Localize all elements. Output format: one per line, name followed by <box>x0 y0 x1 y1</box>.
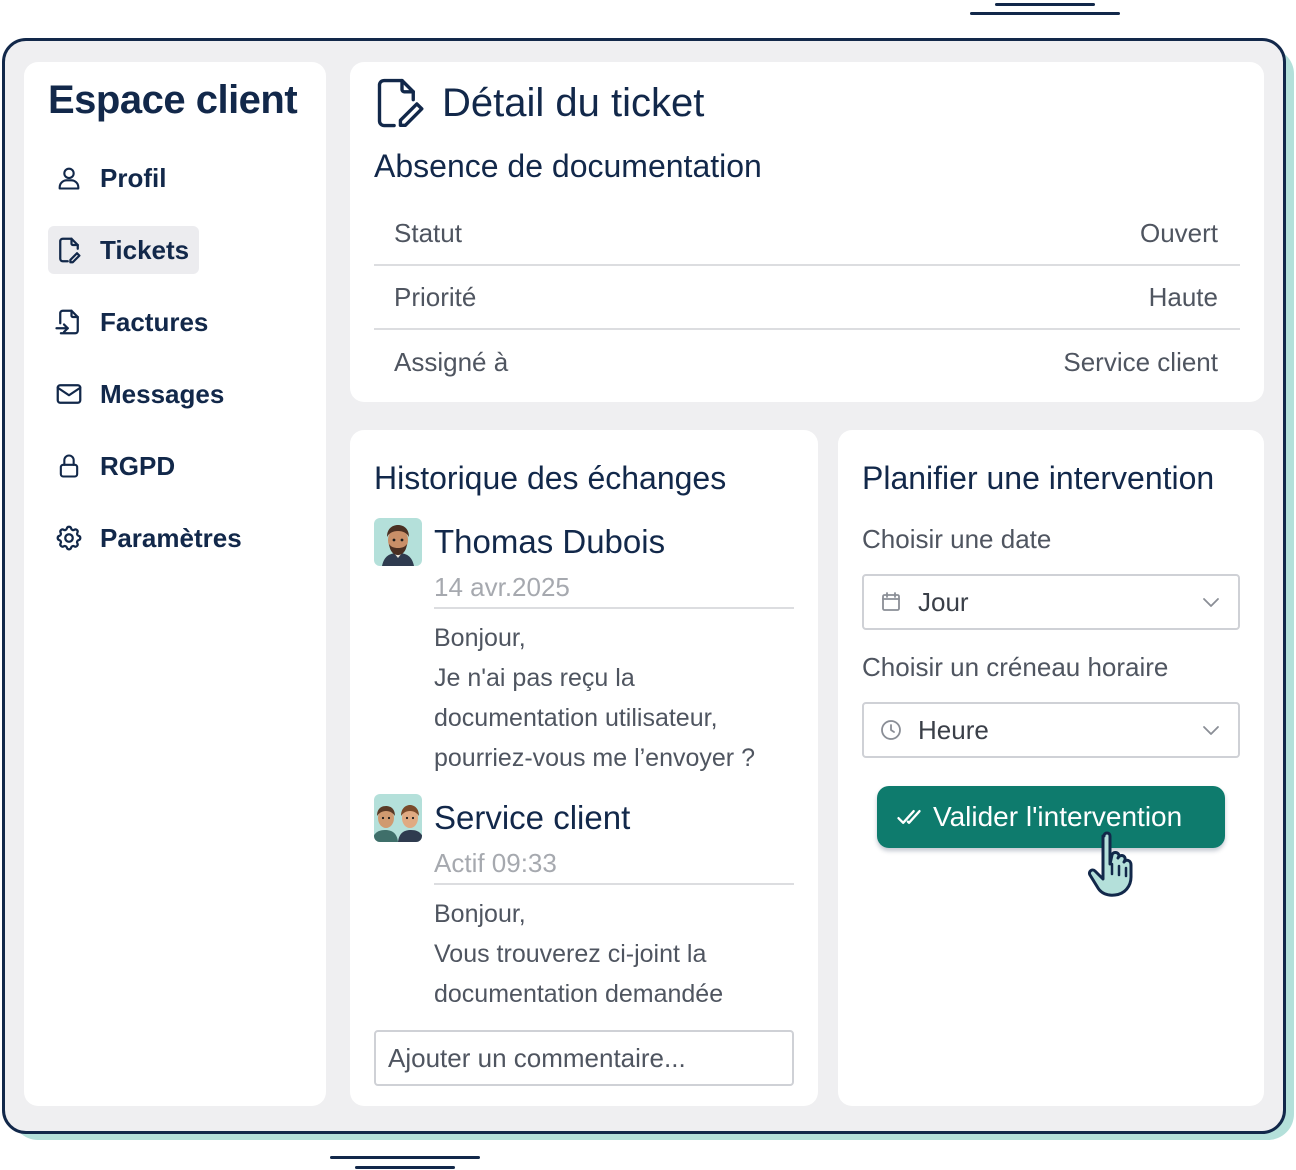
decor-line <box>330 1156 480 1159</box>
detail-label: Statut <box>394 217 462 248</box>
detail-row-assignee: Assigné à Service client <box>374 330 1240 394</box>
sidebar-item-label: Messages <box>100 378 225 409</box>
sidebar: Espace client Profil Tickets Factures Me… <box>24 62 326 1106</box>
app-title: Espace client <box>48 78 298 122</box>
time-select-value: Heure <box>918 714 989 745</box>
planning-card: Planifier une intervention Choisir une d… <box>838 430 1264 1106</box>
message-header: Service client <box>374 794 630 842</box>
message-body: Bonjour, Je n'ai pas reçu la documentati… <box>434 618 804 778</box>
page-title: Détail du ticket <box>442 80 705 125</box>
detail-row-priority: Priorité Haute <box>374 266 1240 330</box>
date-select-value: Jour <box>918 586 969 617</box>
priority-value: Haute <box>1148 281 1218 312</box>
comment-input[interactable] <box>374 1030 794 1086</box>
message-header: Thomas Dubois <box>374 518 665 566</box>
message-line: documentation utilisateur, <box>434 704 718 732</box>
time-label: Choisir un créneau horaire <box>862 652 1169 682</box>
gear-icon <box>54 523 84 553</box>
decor-line <box>970 12 1120 15</box>
message-timestamp: 14 avr.2025 <box>434 572 794 609</box>
message-line: documentation demandée <box>434 980 724 1008</box>
status-value: Ouvert <box>1139 217 1218 248</box>
detail-row-status: Statut Ouvert <box>374 202 1240 266</box>
avatar <box>374 518 422 566</box>
message-line: Vous trouverez ci-joint la <box>434 940 707 968</box>
sidebar-item-label: RGPD <box>100 450 176 481</box>
ticket-detail-card: Détail du ticket Absence de documentatio… <box>350 62 1264 402</box>
message-author: Thomas Dubois <box>434 523 666 560</box>
calendar-icon <box>878 589 904 615</box>
pointer-hand-icon <box>1088 831 1133 897</box>
chevron-down-icon <box>1198 717 1224 743</box>
ticket-header: Détail du ticket <box>372 76 704 130</box>
sidebar-item-label: Profil <box>100 162 167 193</box>
decor-line <box>355 1166 455 1169</box>
detail-label: Priorité <box>394 281 477 312</box>
time-select[interactable]: Heure <box>862 702 1240 758</box>
sidebar-item-factures[interactable]: Factures <box>48 298 218 346</box>
lock-icon <box>54 451 84 481</box>
message-line: Je n'ai pas reçu la <box>434 664 635 692</box>
date-select[interactable]: Jour <box>862 574 1240 630</box>
message-line: Bonjour, <box>434 900 526 928</box>
planning-title: Planifier une intervention <box>862 460 1215 496</box>
message-author: Service client <box>434 799 631 836</box>
sidebar-item-tickets[interactable]: Tickets <box>48 226 200 274</box>
history-card: Historique des échanges Thomas Dubois 14… <box>350 430 818 1106</box>
history-title: Historique des échanges <box>374 460 727 496</box>
clock-icon <box>878 717 904 743</box>
sidebar-item-parametres[interactable]: Paramètres <box>48 514 252 562</box>
avatar <box>374 794 422 842</box>
sidebar-item-messages[interactable]: Messages <box>48 370 234 418</box>
envelope-icon <box>54 379 84 409</box>
sidebar-item-profil[interactable]: Profil <box>48 154 176 202</box>
sidebar-item-label: Paramètres <box>100 522 242 553</box>
file-edit-icon <box>54 235 84 265</box>
date-label: Choisir une date <box>862 524 1052 554</box>
message-body: Bonjour, Vous trouverez ci-joint la docu… <box>434 894 804 1014</box>
user-icon <box>54 163 84 193</box>
message-line: pourriez-vous me l’envoyer ? <box>434 744 755 772</box>
message-line: Bonjour, <box>434 624 526 652</box>
assignee-value: Service client <box>1063 346 1218 377</box>
sidebar-item-label: Factures <box>100 306 209 337</box>
double-check-icon <box>895 803 923 831</box>
decor-line <box>995 3 1095 6</box>
sidebar-item-rgpd[interactable]: RGPD <box>48 442 185 490</box>
file-import-icon <box>54 307 84 337</box>
ticket-subject: Absence de documentation <box>374 148 762 184</box>
message-timestamp: Actif 09:33 <box>434 848 794 885</box>
chevron-down-icon <box>1198 589 1224 615</box>
validate-intervention-button[interactable]: Valider l'intervention <box>877 786 1225 848</box>
detail-label: Assigné à <box>394 346 509 377</box>
file-edit-icon <box>372 76 432 130</box>
sidebar-item-label: Tickets <box>100 234 190 265</box>
